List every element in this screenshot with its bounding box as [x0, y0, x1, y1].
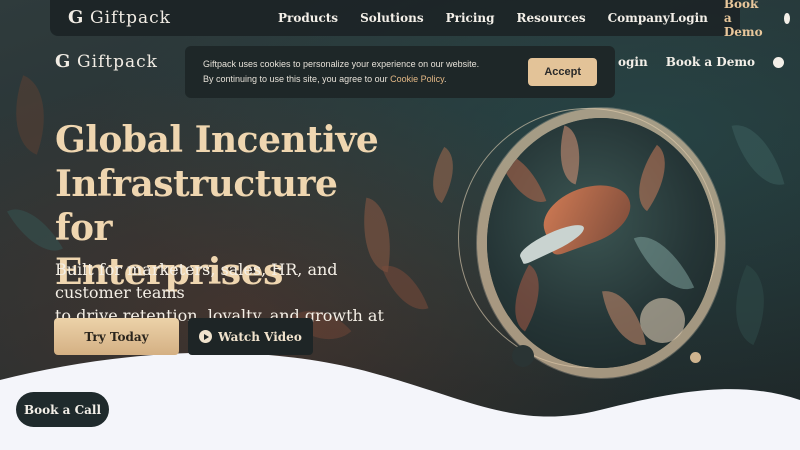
cookie-line-2-suffix: .	[443, 74, 447, 84]
hero-subtitle-line-1: Built for marketers, sales, HR, and cust…	[55, 260, 338, 302]
try-today-button[interactable]: Try Today	[54, 318, 179, 355]
subnav-demo-link[interactable]: Book a Demo	[666, 55, 755, 69]
watch-video-button[interactable]: Watch Video	[188, 318, 313, 355]
nav-item-products[interactable]: Products	[278, 11, 338, 25]
login-link[interactable]: Login	[670, 11, 708, 25]
decorative-leaf	[0, 75, 61, 155]
bottom-wave	[0, 352, 800, 450]
watch-video-label: Watch Video	[218, 329, 302, 344]
book-demo-link[interactable]: Book a Demo	[724, 0, 768, 39]
cookie-line-1: Giftpack uses cookies to personalize you…	[203, 59, 480, 69]
logo[interactable]: G Giftpack	[68, 8, 171, 28]
nav-item-solutions[interactable]: Solutions	[360, 11, 424, 25]
giftpack-logo-icon: G	[68, 7, 85, 28]
decorative-dot	[640, 298, 685, 343]
nav-item-company[interactable]: Company	[608, 11, 670, 25]
decorative-leaf	[419, 146, 467, 204]
decorative-leaf	[731, 116, 785, 194]
top-navigation: G Giftpack Products Solutions Pricing Re…	[50, 0, 790, 39]
subnav-right: ogin Book a Demo	[618, 55, 785, 69]
brand-name: Giftpack	[77, 52, 158, 72]
nav-right: Login Book a Demo	[670, 0, 790, 39]
nav-item-pricing[interactable]: Pricing	[446, 11, 495, 25]
hero-title-line-2: Infrastructure for	[55, 163, 338, 249]
book-a-call-button[interactable]: Book a Call	[16, 392, 109, 427]
subnav-login-link[interactable]: ogin	[618, 55, 648, 69]
accept-cookies-button[interactable]: Accept	[528, 58, 597, 86]
nav-links: Products Solutions Pricing Resources Com…	[278, 11, 670, 25]
subnav-logo[interactable]: G Giftpack	[55, 52, 158, 72]
cookie-policy-link[interactable]: Cookie Policy	[390, 74, 444, 84]
globe-icon[interactable]	[784, 12, 790, 24]
globe-icon[interactable]	[773, 56, 785, 68]
nav-item-resources[interactable]: Resources	[517, 11, 586, 25]
brand-name: Giftpack	[90, 8, 171, 28]
cookie-line-2: By continuing to use this site, you agre…	[203, 74, 391, 84]
cookie-text: Giftpack uses cookies to personalize you…	[203, 57, 518, 87]
play-icon	[199, 330, 213, 343]
cookie-banner: Giftpack uses cookies to personalize you…	[185, 46, 615, 98]
hero-title-line-1: Global Incentive	[55, 119, 379, 161]
decorative-leaf	[717, 264, 783, 346]
giftpack-logo-icon: G	[55, 51, 72, 72]
